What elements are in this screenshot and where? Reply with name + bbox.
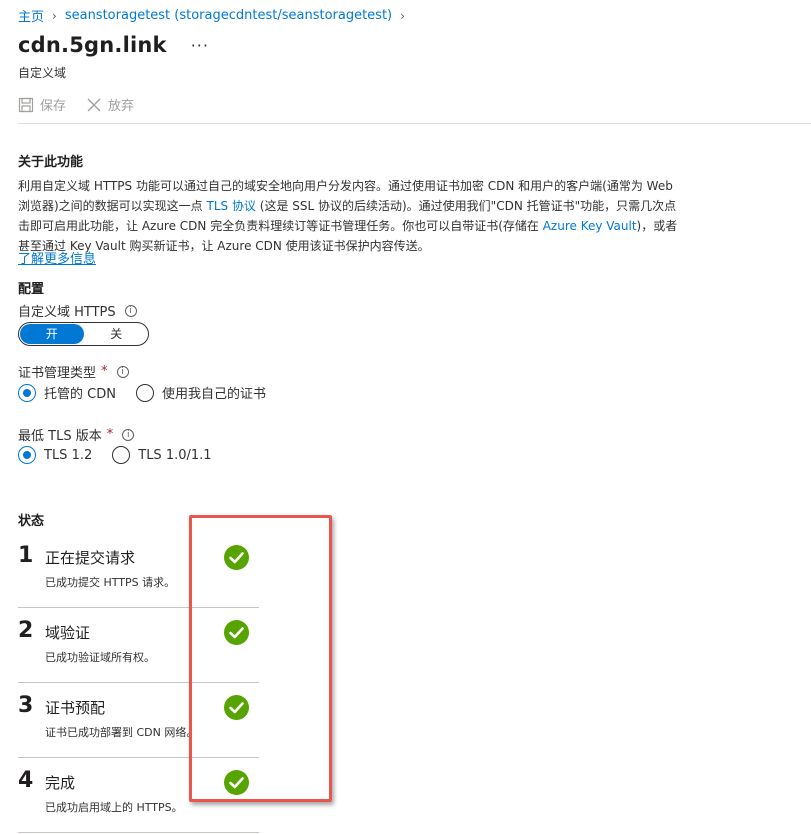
more-options-button[interactable]: ··· (191, 36, 209, 55)
step-description: 已成功验证域所有权。 (45, 651, 155, 664)
tls-protocol-link[interactable]: TLS 协议 (207, 199, 256, 213)
tls-option-10-11[interactable]: TLS 1.0/1.1 (112, 446, 212, 464)
save-button[interactable]: 保存 (18, 95, 66, 114)
azure-key-vault-link[interactable]: Azure Key Vault (543, 219, 637, 233)
toggle-off-option[interactable]: 关 (85, 323, 149, 345)
info-icon[interactable]: i (122, 428, 135, 441)
toolbar: 保存 放弃 (18, 95, 134, 114)
tls-label-text: 最低 TLS 版本 (18, 429, 102, 444)
save-label: 保存 (40, 99, 67, 114)
toggle-on-option[interactable]: 开 (20, 324, 84, 344)
step-number: 3 (18, 693, 34, 718)
step-divider (18, 607, 259, 608)
save-icon (18, 97, 34, 112)
close-icon (87, 98, 101, 111)
https-field-label: 自定义域 HTTPS i (18, 301, 137, 320)
tls-radio-group: TLS 1.2 TLS 1.0/1.1 (18, 446, 224, 464)
step-description: 已成功启用域上的 HTTPS。 (45, 801, 183, 814)
https-toggle[interactable]: 开 关 (18, 322, 149, 346)
step-description: 已成功提交 HTTPS 请求。 (45, 576, 176, 589)
step-title: 域验证 (45, 624, 91, 642)
check-circle-icon (224, 695, 249, 720)
discard-button[interactable]: 放弃 (86, 95, 134, 114)
cert-option-own[interactable]: 使用我自己的证书 (135, 383, 266, 402)
step-divider (18, 682, 259, 683)
status-step: 4 完成 已成功启用域上的 HTTPS。 (18, 768, 259, 834)
page-title: cdn.5gn.link (18, 33, 167, 57)
info-icon[interactable]: i (116, 365, 129, 378)
step-number: 2 (18, 618, 34, 643)
radio-unchecked-icon[interactable] (135, 383, 154, 402)
cert-option-managed[interactable]: 托管的 CDN (18, 383, 116, 402)
breadcrumb-home-link[interactable]: 主页 (18, 6, 44, 25)
breadcrumb-parent-link[interactable]: seanstoragetest (storagecdntest/seanstor… (65, 8, 392, 23)
learn-more-link[interactable]: 了解更多信息 (18, 248, 96, 267)
tls-option-12[interactable]: TLS 1.2 (18, 446, 92, 464)
radio-checked-icon[interactable] (18, 383, 36, 402)
https-label-text: 自定义域 HTTPS (18, 305, 116, 320)
step-title: 证书预配 (45, 699, 106, 717)
info-icon[interactable]: i (124, 304, 137, 317)
cert-option-own-label: 使用我自己的证书 (161, 387, 266, 402)
radio-checked-icon[interactable] (18, 446, 36, 464)
status-heading: 状态 (18, 514, 45, 529)
step-divider (18, 832, 259, 833)
toolbar-divider (18, 123, 811, 124)
required-marker: * (106, 427, 114, 442)
required-marker: * (101, 364, 108, 379)
tls-option-12-label: TLS 1.2 (44, 447, 93, 463)
chevron-right-icon: › (52, 8, 57, 23)
cert-type-field-label: 证书管理类型 * i (18, 362, 129, 381)
about-heading: 关于此功能 (18, 155, 84, 170)
cert-option-managed-label: 托管的 CDN (44, 387, 116, 402)
discard-label: 放弃 (108, 99, 135, 114)
breadcrumb: 主页 › seanstoragetest (storagecdntest/sea… (18, 6, 405, 25)
step-description: 证书已成功部署到 CDN 网络。 (45, 726, 198, 739)
title-row: cdn.5gn.link ··· (18, 33, 209, 57)
step-number: 4 (18, 768, 34, 793)
step-title: 正在提交请求 (45, 549, 136, 567)
radio-unchecked-icon[interactable] (112, 446, 131, 464)
page-subtitle: 自定义域 (18, 66, 67, 80)
about-description: 利用自定义域 HTTPS 功能可以通过自己的域安全地向用户分发内容。通过使用证书… (18, 176, 688, 256)
tls-field-label: 最低 TLS 版本 * i (18, 425, 135, 444)
cert-type-label-text: 证书管理类型 (18, 366, 97, 381)
tls-option-10-11-label: TLS 1.0/1.1 (138, 447, 212, 463)
cert-type-radio-group: 托管的 CDN 使用我自己的证书 (18, 383, 278, 402)
chevron-right-icon: › (400, 8, 405, 23)
check-circle-icon (224, 770, 249, 795)
check-circle-icon (224, 620, 249, 645)
step-title: 完成 (45, 774, 76, 792)
step-divider (18, 757, 259, 758)
check-circle-icon (224, 545, 249, 570)
config-heading: 配置 (18, 282, 45, 297)
step-number: 1 (18, 543, 34, 568)
